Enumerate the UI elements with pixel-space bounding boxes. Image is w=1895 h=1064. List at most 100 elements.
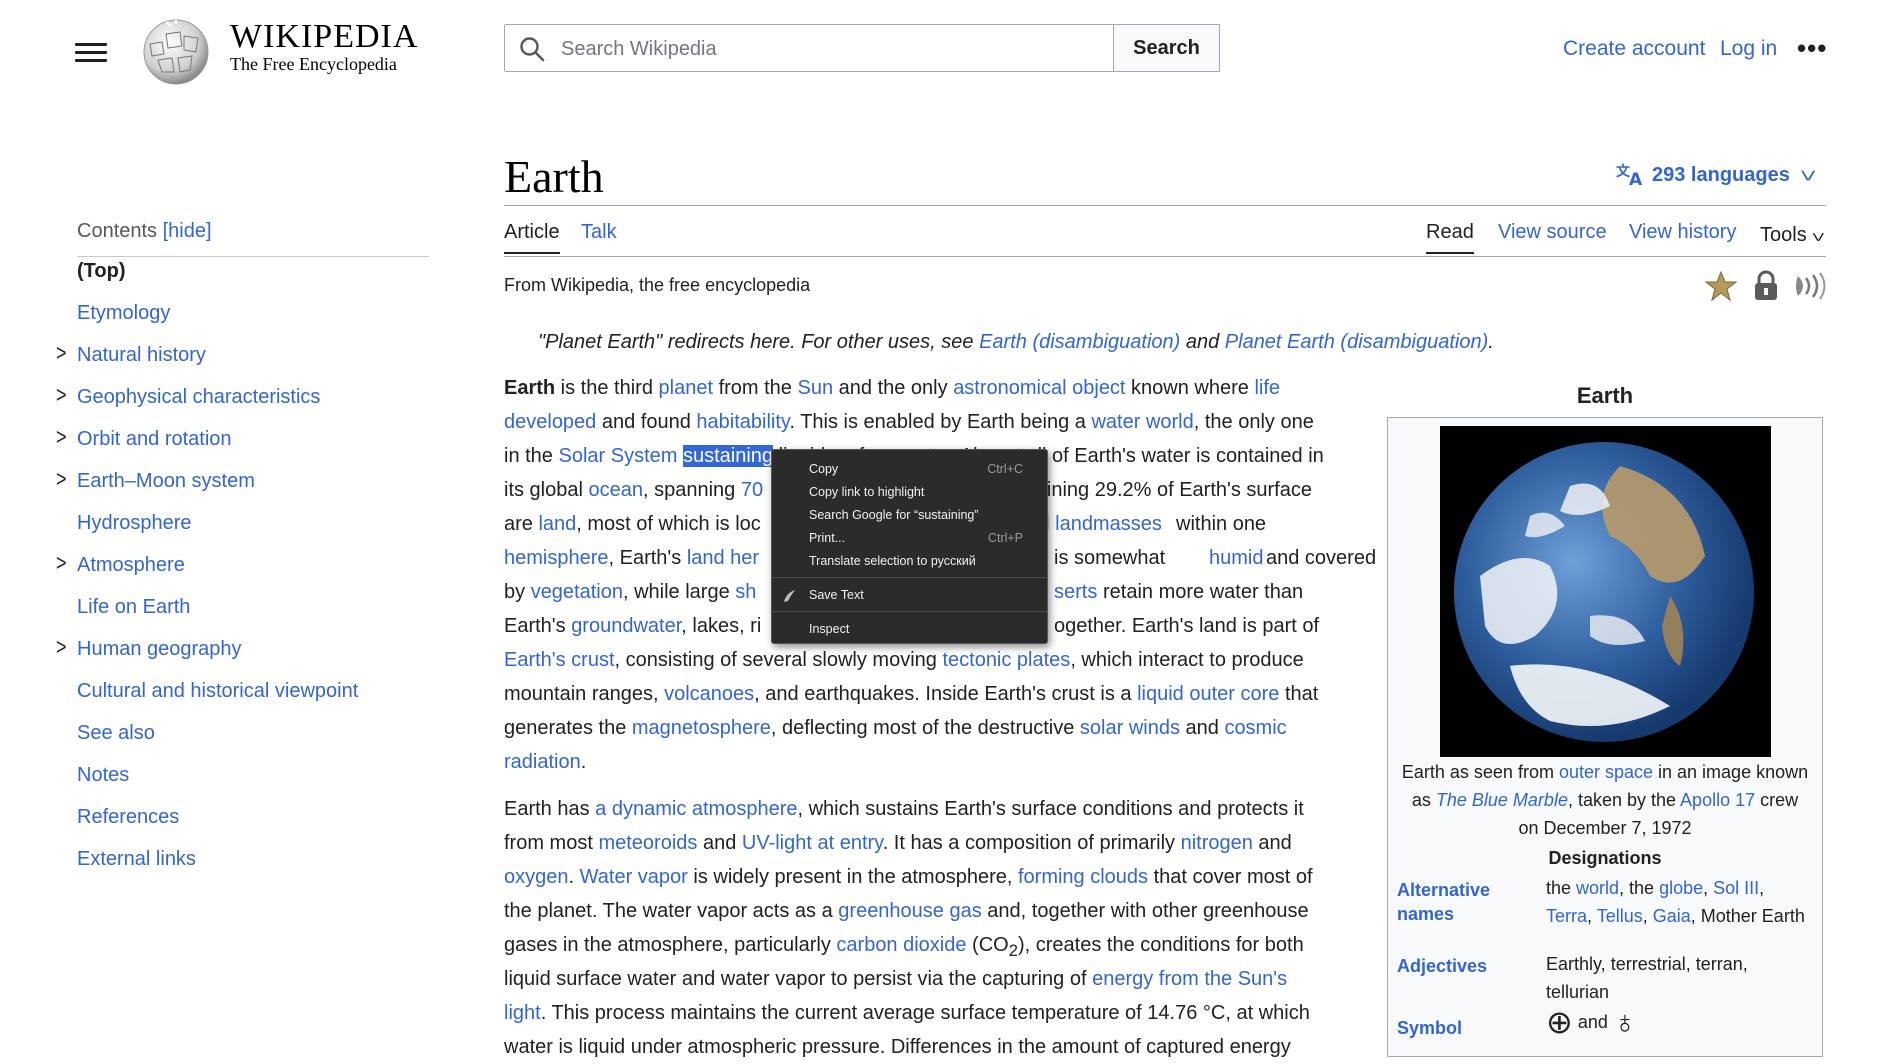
link-life-developed[interactable]: developed — [504, 411, 596, 433]
link-tellus[interactable]: Tellus — [1597, 906, 1643, 926]
link-deserts[interactable]: serts — [1054, 575, 1097, 609]
link-apollo-17[interactable]: Apollo 17 — [1680, 790, 1755, 810]
search-input[interactable] — [559, 33, 1103, 65]
menu-item-translate[interactable]: Translate selection to русский — [809, 554, 976, 568]
toc-item-geophysical[interactable]: Geophysical characteristics — [77, 386, 320, 409]
toc-item-hydrosphere[interactable]: Hydrosphere — [77, 512, 192, 535]
link-astronomical-object[interactable]: astronomical object — [953, 377, 1125, 399]
link-habitability[interactable]: habitability — [696, 411, 789, 433]
tab-view-history[interactable]: View history — [1629, 221, 1736, 244]
link-meteoroids[interactable]: meteoroids — [598, 832, 697, 854]
link-earth-disambiguation[interactable]: Earth (disambiguation) — [979, 331, 1180, 353]
link-forming-clouds[interactable]: forming clouds — [1018, 866, 1148, 888]
link-energy-from-sun[interactable]: energy from the Sun's — [1092, 968, 1287, 990]
create-account-link[interactable]: Create account — [1563, 37, 1705, 61]
log-in-link[interactable]: Log in — [1720, 37, 1777, 61]
toc-item-cultural[interactable]: Cultural and historical viewpoint — [77, 680, 358, 703]
link-cosmic-radiation[interactable]: cosmic — [1224, 717, 1286, 739]
toc-item-atmosphere[interactable]: Atmosphere — [77, 554, 185, 577]
expand-chevron-icon[interactable]: > — [56, 550, 67, 577]
link-water-world[interactable]: water world — [1091, 411, 1193, 433]
link-magnetosphere[interactable]: magnetosphere — [632, 717, 771, 739]
toc-item-external-links[interactable]: External links — [77, 848, 196, 871]
expand-chevron-icon[interactable]: > — [56, 466, 67, 493]
menu-item-copy-link-highlight[interactable]: Copy link to highlight — [809, 485, 924, 499]
toc-item-orbit[interactable]: Orbit and rotation — [77, 428, 232, 451]
tab-article[interactable]: Article — [504, 221, 560, 254]
link-gaia[interactable]: Gaia — [1653, 906, 1691, 926]
bold-term: Earth — [504, 377, 556, 399]
toc-item-top[interactable]: (Top) — [77, 260, 126, 283]
link-land[interactable]: land — [538, 513, 576, 535]
menu-item-search-google[interactable]: Search Google for “sustaining” — [809, 508, 979, 522]
link-world[interactable]: world — [1576, 878, 1619, 898]
wikipedia-globe-logo[interactable] — [136, 14, 216, 86]
link-sheets[interactable]: sh — [735, 581, 756, 603]
toc-item-natural-history[interactable]: Natural history — [77, 344, 206, 367]
menu-item-print[interactable]: Print... — [809, 531, 845, 545]
search-box[interactable] — [504, 24, 1114, 72]
featured-article-star-icon[interactable] — [1704, 270, 1738, 302]
toc-item-earth-moon[interactable]: Earth–Moon system — [77, 470, 255, 493]
link-terra[interactable]: Terra — [1546, 906, 1587, 926]
link-solar-winds[interactable]: solar winds — [1080, 717, 1180, 739]
link-dynamic-atmosphere[interactable]: a dynamic atmosphere — [595, 798, 797, 820]
link-humid[interactable]: humid — [1209, 541, 1263, 575]
tab-read[interactable]: Read — [1426, 221, 1474, 254]
link-greenhouse-gas[interactable]: greenhouse gas — [838, 900, 981, 922]
more-options-icon[interactable]: ••• — [1797, 35, 1827, 61]
link-oxygen[interactable]: oxygen — [504, 866, 569, 888]
expand-chevron-icon[interactable]: > — [56, 382, 67, 409]
menu-item-copy[interactable]: Copy — [809, 462, 1009, 476]
link-earths-crust[interactable]: Earth's crust — [504, 649, 615, 671]
selected-text[interactable]: sustaining — [682, 445, 774, 467]
language-button[interactable]: 文 A 293 languages > — [1616, 162, 1823, 190]
expand-chevron-icon[interactable]: > — [56, 340, 67, 367]
link-carbon-dioxide[interactable]: carbon dioxide — [836, 934, 966, 956]
link-outer-space[interactable]: outer space — [1559, 762, 1653, 782]
link-uv-light[interactable]: UV-light at entry — [742, 832, 883, 854]
toc-item-see-also[interactable]: See also — [77, 722, 155, 745]
wikipedia-wordmark[interactable]: WIKIPEDIA — [230, 18, 418, 56]
link-ocean-percent[interactable]: 70 — [741, 479, 763, 501]
toc-item-etymology[interactable]: Etymology — [77, 302, 170, 325]
earth-blue-marble-image[interactable] — [1440, 426, 1771, 757]
toc-item-notes[interactable]: Notes — [77, 764, 129, 787]
link-cosmic-radiation[interactable]: radiation — [504, 751, 581, 773]
link-landmasses[interactable]: al landmasses — [1034, 507, 1162, 541]
link-ocean[interactable]: ocean — [589, 479, 644, 501]
link-life-developed[interactable]: life — [1254, 377, 1280, 399]
link-water-vapor[interactable]: Water vapor — [580, 866, 688, 888]
expand-chevron-icon[interactable]: > — [56, 634, 67, 661]
link-solar-system[interactable]: Solar System — [558, 445, 677, 467]
link-nitrogen[interactable]: nitrogen — [1181, 832, 1253, 854]
toc-hide-toggle[interactable]: [hide] — [163, 220, 212, 242]
toc-item-human-geography[interactable]: Human geography — [77, 638, 242, 661]
menu-item-save-text[interactable]: Save Text — [809, 588, 864, 602]
main-menu-button[interactable] — [75, 38, 107, 66]
link-volcanoes[interactable]: volcanoes — [664, 683, 754, 705]
spoken-article-icon[interactable] — [1794, 272, 1828, 300]
toc-item-life[interactable]: Life on Earth — [77, 596, 190, 619]
expand-chevron-icon[interactable]: > — [56, 424, 67, 451]
tab-talk[interactable]: Talk — [581, 221, 617, 244]
link-groundwater[interactable]: groundwater — [571, 615, 681, 637]
menu-item-inspect[interactable]: Inspect — [809, 622, 849, 636]
link-planet[interactable]: planet — [659, 377, 714, 399]
toc-item-references[interactable]: References — [77, 806, 179, 829]
link-vegetation[interactable]: vegetation — [531, 581, 623, 603]
link-light[interactable]: light — [504, 1002, 541, 1024]
link-liquid-outer-core[interactable]: liquid outer core — [1137, 683, 1279, 705]
link-tectonic-plates[interactable]: tectonic plates — [942, 649, 1070, 671]
tools-menu[interactable]: Tools > — [1760, 224, 1830, 247]
tab-view-source[interactable]: View source — [1498, 221, 1607, 244]
link-land-hemisphere[interactable]: land her — [687, 547, 759, 569]
link-sol-iii[interactable]: Sol III — [1713, 878, 1759, 898]
link-sun[interactable]: Sun — [798, 377, 834, 399]
link-planet-earth-disambiguation[interactable]: Planet Earth (disambiguation) — [1225, 331, 1488, 353]
search-button[interactable]: Search — [1113, 24, 1220, 72]
link-hemisphere[interactable]: hemisphere — [504, 547, 609, 569]
protected-lock-icon[interactable] — [1752, 270, 1780, 302]
link-globe[interactable]: globe — [1659, 878, 1703, 898]
link-blue-marble[interactable]: The Blue Marble — [1436, 790, 1568, 810]
